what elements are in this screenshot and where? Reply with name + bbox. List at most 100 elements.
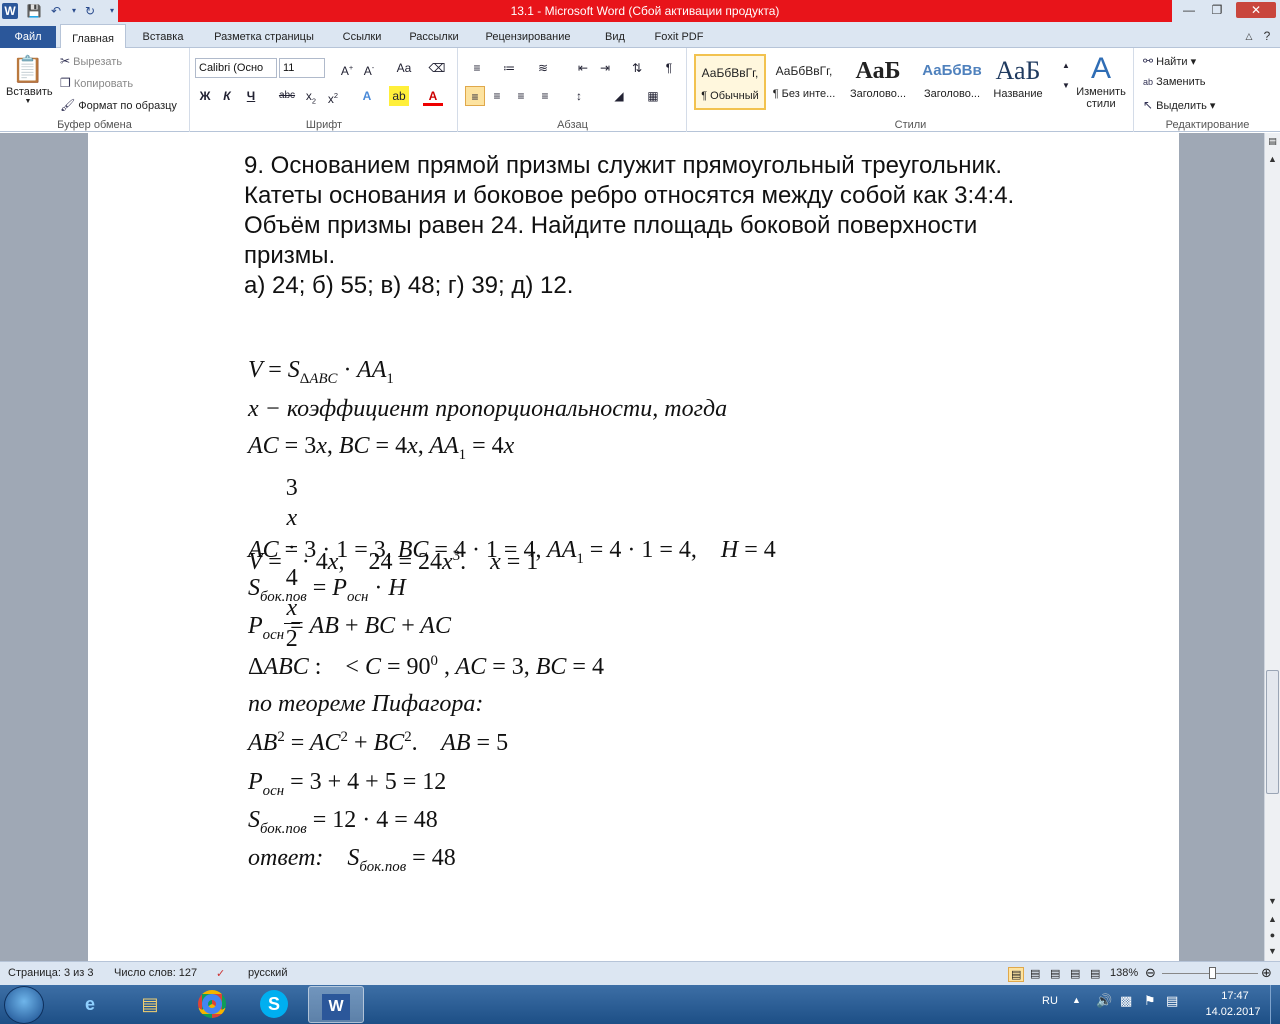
style-title[interactable]: АаБ Название xyxy=(982,54,1054,110)
action-center-icon[interactable]: ⚑ xyxy=(1144,993,1156,1009)
copy-button[interactable]: ❐ Копировать xyxy=(60,76,133,90)
superscript-icon[interactable]: x2 xyxy=(323,86,343,106)
font-size-box[interactable]: 11 xyxy=(279,58,325,78)
align-left-icon[interactable]: ≡ xyxy=(465,86,485,106)
start-button[interactable] xyxy=(4,986,44,1024)
zoom-slider-handle[interactable] xyxy=(1209,967,1216,979)
zoom-level[interactable]: 138% xyxy=(1110,967,1138,979)
redo-icon[interactable]: ↻ xyxy=(82,3,98,19)
justify-icon[interactable]: ≡ xyxy=(535,86,555,106)
file-explorer-icon[interactable]: ▤ xyxy=(122,986,178,1023)
style-normal[interactable]: АаБбВвГг, ¶ Обычный xyxy=(694,54,766,110)
find-button[interactable]: ⚯ Найти ▾ xyxy=(1143,54,1196,68)
document-page[interactable]: 9. Основанием прямой призмы служит прямо… xyxy=(88,133,1179,961)
show-marks-icon[interactable]: ¶ xyxy=(659,58,679,78)
tab-references[interactable]: Ссылки xyxy=(334,28,390,48)
text-effects-icon[interactable]: A xyxy=(357,86,377,106)
language[interactable]: русский xyxy=(248,967,287,979)
decrease-indent-icon[interactable]: ⇤ xyxy=(573,58,593,78)
subscript-icon[interactable]: x2 xyxy=(301,86,321,106)
replace-button[interactable]: ab Заменить xyxy=(1143,76,1206,88)
vertical-scrollbar[interactable]: ▤ ▲ ▼ ▲ ● ▼ xyxy=(1264,133,1280,961)
shading-icon[interactable]: ◢ xyxy=(609,86,629,106)
bold-icon[interactable]: Ж xyxy=(195,86,215,106)
show-hidden-icons-icon[interactable]: ▲ xyxy=(1072,995,1081,1005)
cut-button[interactable]: ✂ Вырезать xyxy=(60,54,122,68)
full-screen-reading-icon[interactable]: ▤ xyxy=(1030,967,1040,980)
tab-review[interactable]: Рецензирование xyxy=(478,28,578,48)
select-button[interactable]: ↖ Выделить ▾ xyxy=(1143,98,1215,112)
tab-file[interactable]: Файл xyxy=(0,26,56,48)
help-icon[interactable]: ? xyxy=(1258,28,1276,44)
style-no-spacing[interactable]: АаБбВвГг, ¶ Без инте... xyxy=(768,54,840,110)
ruler-toggle-icon[interactable]: ▤ xyxy=(1265,133,1280,149)
paste-button[interactable]: 📋 Вставить ▼ xyxy=(6,52,53,105)
clear-formatting-icon[interactable]: ⌫ xyxy=(427,58,447,78)
formula-area-value: Sбок.пов = 12 · 4 = 48 xyxy=(248,807,438,837)
restore-icon[interactable]: ❐ xyxy=(1204,2,1230,18)
word-logo-icon[interactable]: W xyxy=(2,3,18,19)
format-painter-button[interactable]: 🖌 Формат по образцу xyxy=(60,98,177,112)
clock-date[interactable]: 14.02.2017 xyxy=(1200,1006,1266,1018)
browse-object-icon[interactable]: ● xyxy=(1265,927,1280,943)
numbering-icon[interactable]: ≔ xyxy=(499,58,519,78)
minimize-icon[interactable]: — xyxy=(1176,2,1202,18)
tab-foxit-pdf[interactable]: Foxit PDF xyxy=(644,28,714,48)
proofing-icon[interactable]: ✓ xyxy=(216,967,225,980)
tab-page-layout[interactable]: Разметка страницы xyxy=(202,28,326,48)
font-color-icon[interactable]: A xyxy=(423,86,443,106)
increase-indent-icon[interactable]: ⇥ xyxy=(595,58,615,78)
tab-mailings[interactable]: Рассылки xyxy=(398,28,470,48)
keyboard-language[interactable]: RU xyxy=(1042,995,1058,1007)
undo-icon[interactable]: ↶ xyxy=(48,3,64,19)
show-desktop-button[interactable] xyxy=(1270,985,1280,1024)
next-page-icon[interactable]: ▼ xyxy=(1265,943,1280,959)
scroll-down-icon[interactable]: ▼ xyxy=(1265,893,1280,909)
underline-icon[interactable]: Ч xyxy=(241,86,261,106)
internet-explorer-icon[interactable]: e xyxy=(62,986,118,1023)
chrome-icon[interactable] xyxy=(184,986,240,1023)
draft-icon[interactable]: ▤ xyxy=(1090,967,1100,980)
formula-answer: ответ: Sбок.пов = 48 xyxy=(248,845,456,875)
tab-home[interactable]: Главная xyxy=(60,24,126,49)
undo-dropdown-icon[interactable]: ▾ xyxy=(66,3,82,19)
align-center-icon[interactable]: ≡ xyxy=(487,86,507,106)
title-bar: W 💾 ↶ ▾ ↻ ▾ 13.1 - Microsoft Word (Сбой … xyxy=(0,0,1280,24)
scroll-up-icon[interactable]: ▲ xyxy=(1265,151,1280,167)
web-layout-icon[interactable]: ▤ xyxy=(1050,967,1060,980)
borders-icon[interactable]: ▦ xyxy=(643,86,663,106)
save-icon[interactable]: 💾 xyxy=(26,3,42,19)
network-icon[interactable]: ▩ xyxy=(1120,993,1132,1009)
volume-icon[interactable]: 🔊 xyxy=(1096,993,1112,1009)
word-count[interactable]: Число слов: 127 xyxy=(114,967,197,979)
zoom-in-icon[interactable]: ⊕ xyxy=(1261,965,1272,981)
skype-icon[interactable]: S xyxy=(246,986,302,1023)
clock-time[interactable]: 17:47 xyxy=(1204,990,1266,1002)
sort-icon[interactable]: ⇅ xyxy=(627,58,647,78)
outline-icon[interactable]: ▤ xyxy=(1070,967,1080,980)
align-right-icon[interactable]: ≡ xyxy=(511,86,531,106)
tab-insert[interactable]: Вставка xyxy=(134,28,192,48)
print-layout-icon[interactable]: ▤ xyxy=(1008,967,1025,982)
previous-page-icon[interactable]: ▲ xyxy=(1265,911,1280,927)
font-name-box[interactable]: Calibri (Осно xyxy=(195,58,277,78)
scroll-thumb[interactable] xyxy=(1266,670,1279,794)
bullets-icon[interactable]: ≡ xyxy=(467,58,487,78)
italic-icon[interactable]: К xyxy=(217,86,237,106)
change-styles-button[interactable]: A Изменить стили xyxy=(1072,52,1130,110)
line-spacing-icon[interactable]: ↕ xyxy=(569,86,589,106)
page-count[interactable]: Страница: 3 из 3 xyxy=(8,967,94,979)
grow-font-icon[interactable]: A+ xyxy=(337,58,357,78)
style-heading-1[interactable]: АаБ Заголово... xyxy=(842,54,914,110)
strikethrough-icon[interactable]: abc xyxy=(277,86,297,106)
close-icon[interactable]: ✕ xyxy=(1236,2,1276,18)
highlight-icon[interactable]: ab xyxy=(389,86,409,106)
multilevel-list-icon[interactable]: ≋ xyxy=(533,58,553,78)
change-case-icon[interactable]: Aa xyxy=(391,58,417,78)
zoom-out-icon[interactable]: ⊖ xyxy=(1145,965,1156,981)
word-taskbar-icon[interactable]: W xyxy=(308,986,364,1023)
tab-view[interactable]: Вид xyxy=(596,28,634,48)
style-heading-2[interactable]: АаБбВв Заголово... xyxy=(916,54,988,110)
shrink-font-icon[interactable]: A- xyxy=(359,58,379,78)
display-icon[interactable]: ▤ xyxy=(1166,993,1178,1009)
